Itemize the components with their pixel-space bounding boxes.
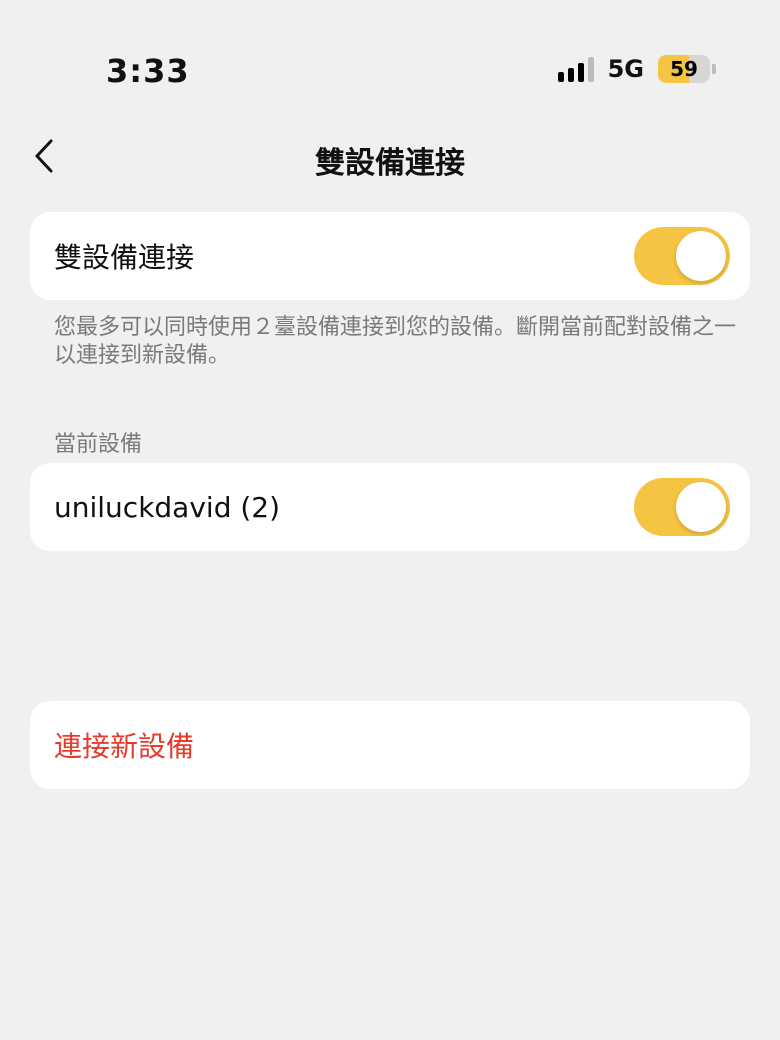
connect-new-device-label: 連接新設備 <box>54 730 195 763</box>
battery-icon: 59 <box>658 55 710 83</box>
battery-tip <box>712 64 716 74</box>
device-connection-toggle[interactable] <box>634 478 730 536</box>
screen: 3:33 5G 59 雙設備連接 雙設備連接 您最多可以同時使用２臺設備連接到您… <box>0 0 780 1040</box>
dual-connect-toggle[interactable] <box>634 227 730 285</box>
current-devices-header: 當前設備 <box>54 432 143 457</box>
page-title: 雙設備連接 <box>315 146 465 181</box>
network-type: 5G <box>607 55 644 83</box>
signal-icon <box>557 56 594 82</box>
device-row: uniluckdavid (2) <box>30 463 750 551</box>
toggle-knob <box>676 231 726 281</box>
status-indicators: 5G 59 <box>557 55 716 83</box>
status-time: 3:33 <box>106 52 190 90</box>
device-name: uniluckdavid (2) <box>54 490 281 524</box>
battery-level: 59 <box>670 57 698 81</box>
toggle-knob <box>676 482 726 532</box>
dual-connect-row: 雙設備連接 <box>30 212 750 300</box>
dual-connect-label: 雙設備連接 <box>54 241 195 274</box>
connect-new-device-button[interactable]: 連接新設備 <box>30 701 750 789</box>
dual-connect-description: 您最多可以同時使用２臺設備連接到您的設備。斷開當前配對設備之一以連接到新設備。 <box>54 315 737 368</box>
